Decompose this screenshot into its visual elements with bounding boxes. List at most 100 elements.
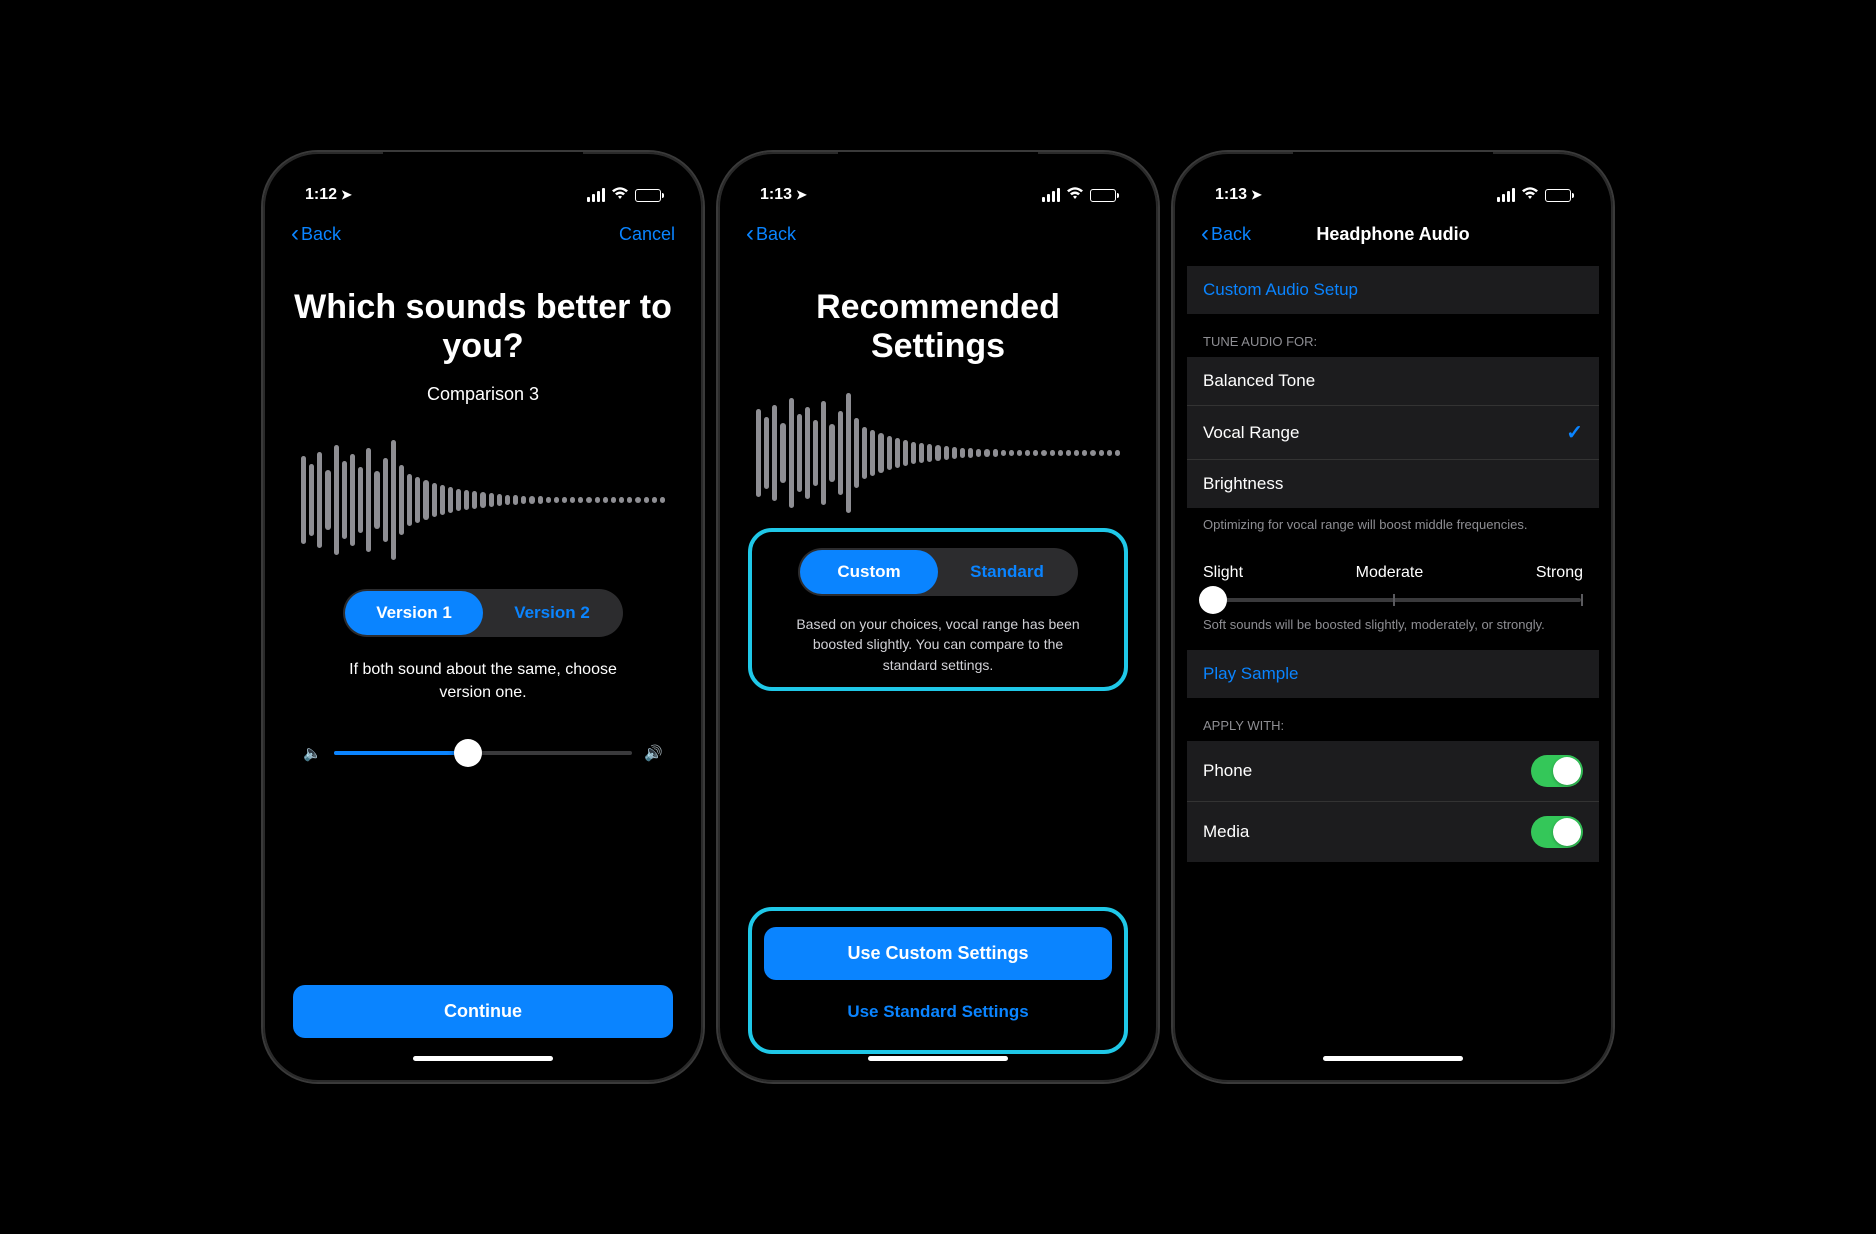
slider-tick — [1581, 594, 1583, 606]
cell-label: Play Sample — [1203, 664, 1298, 684]
page-title: Recommended Settings — [748, 288, 1128, 366]
content: Custom Audio Setup TUNE AUDIO FOR: Balan… — [1187, 258, 1599, 1068]
back-label: Back — [1211, 224, 1251, 245]
apply-phone-row: Phone — [1187, 741, 1599, 802]
cellular-icon — [587, 188, 605, 202]
volume-slider-row: 🔈 🔊 — [293, 744, 673, 762]
battery-icon — [1545, 189, 1571, 202]
nav-bar: ‹ Back Cancel — [277, 210, 689, 258]
comparison-label: Comparison 3 — [293, 384, 673, 405]
media-toggle[interactable] — [1531, 816, 1583, 848]
location-icon: ➤ — [796, 187, 807, 203]
recommendation-description: Based on your choices, vocal range has b… — [764, 614, 1112, 675]
time-label: 1:12 — [305, 186, 337, 204]
cancel-button[interactable]: Cancel — [619, 224, 675, 245]
phone-3: 1:13 ➤ ‹ Back Headphone Audio Custom Aud… — [1173, 152, 1613, 1082]
apply-media-row: Media — [1187, 802, 1599, 862]
page-title: Which sounds better to you? — [293, 288, 673, 366]
volume-high-icon: 🔊 — [644, 744, 663, 762]
time-label: 1:13 — [1215, 186, 1247, 204]
wifi-icon — [611, 186, 629, 204]
phone-2: 1:13 ➤ ‹ Back Recommended Settings Custo… — [718, 152, 1158, 1082]
slider-thumb[interactable] — [1199, 586, 1227, 614]
tune-audio-group: Balanced Tone Vocal Range ✓ Brightness — [1187, 357, 1599, 508]
notch — [1293, 152, 1493, 182]
wifi-icon — [1521, 186, 1539, 204]
strength-labels: Slight Moderate Strong — [1187, 550, 1599, 592]
segment-custom[interactable]: Custom — [800, 550, 938, 594]
phone-1: 1:12 ➤ ‹ Back Cancel Which sounds better… — [263, 152, 703, 1082]
play-sample-row[interactable]: Play Sample — [1187, 650, 1599, 698]
cellular-icon — [1042, 188, 1060, 202]
balanced-tone-row[interactable]: Balanced Tone — [1187, 357, 1599, 406]
apply-with-header: APPLY WITH: — [1187, 698, 1599, 741]
location-icon: ➤ — [1251, 187, 1262, 203]
slider-fill — [334, 751, 468, 755]
cell-label: Media — [1203, 822, 1249, 842]
brightness-row[interactable]: Brightness — [1187, 460, 1599, 508]
slider-thumb[interactable] — [454, 739, 482, 767]
back-button[interactable]: ‹ Back — [746, 222, 796, 246]
custom-standard-segmented-control[interactable]: Custom Standard — [798, 548, 1078, 596]
phone-toggle[interactable] — [1531, 755, 1583, 787]
version-segmented-control[interactable]: Version 1 Version 2 — [343, 589, 623, 637]
status-indicators — [587, 186, 661, 204]
notch — [838, 152, 1038, 182]
home-indicator[interactable] — [1323, 1056, 1463, 1061]
slider-tick — [1393, 594, 1395, 606]
screen: 1:13 ➤ ‹ Back Recommended Settings Custo… — [732, 166, 1144, 1068]
chevron-left-icon: ‹ — [1201, 222, 1209, 246]
waveform — [748, 388, 1128, 518]
status-time: 1:12 ➤ — [305, 186, 352, 204]
notch — [383, 152, 583, 182]
slight-label: Slight — [1203, 564, 1243, 582]
action-buttons-highlight: Use Custom Settings Use Standard Setting… — [748, 907, 1128, 1054]
screen: 1:13 ➤ ‹ Back Headphone Audio Custom Aud… — [1187, 166, 1599, 1068]
tune-audio-header: TUNE AUDIO FOR: — [1187, 314, 1599, 357]
apply-with-group: Phone Media — [1187, 741, 1599, 862]
vocal-range-row[interactable]: Vocal Range ✓ — [1187, 406, 1599, 460]
wifi-icon — [1066, 186, 1084, 204]
check-icon: ✓ — [1566, 420, 1583, 445]
use-custom-settings-button[interactable]: Use Custom Settings — [764, 927, 1112, 980]
use-standard-settings-button[interactable]: Use Standard Settings — [764, 986, 1112, 1038]
chevron-left-icon: ‹ — [291, 222, 299, 246]
volume-slider[interactable] — [334, 751, 633, 755]
strength-slider[interactable] — [1205, 598, 1581, 602]
content: Recommended Settings Custom Standard Bas… — [732, 258, 1144, 1068]
segment-version-1[interactable]: Version 1 — [345, 591, 483, 635]
custom-audio-setup-row[interactable]: Custom Audio Setup — [1187, 266, 1599, 314]
segment-standard[interactable]: Standard — [938, 550, 1076, 594]
cell-label: Vocal Range — [1203, 423, 1299, 443]
tune-footer: Optimizing for vocal range will boost mi… — [1187, 508, 1599, 550]
cell-label: Balanced Tone — [1203, 371, 1315, 391]
custom-audio-setup-group: Custom Audio Setup — [1187, 266, 1599, 314]
strong-label: Strong — [1536, 564, 1583, 582]
screen: 1:12 ➤ ‹ Back Cancel Which sounds better… — [277, 166, 689, 1068]
back-label: Back — [756, 224, 796, 245]
cell-label: Custom Audio Setup — [1203, 280, 1358, 300]
home-indicator[interactable] — [868, 1056, 1008, 1061]
cell-label: Phone — [1203, 761, 1252, 781]
volume-low-icon: 🔈 — [303, 744, 322, 762]
segment-version-2[interactable]: Version 2 — [483, 591, 621, 635]
custom-vs-standard-highlight: Custom Standard Based on your choices, v… — [748, 528, 1128, 691]
play-sample-group: Play Sample — [1187, 650, 1599, 698]
nav-bar: ‹ Back — [732, 210, 1144, 258]
back-label: Back — [301, 224, 341, 245]
location-icon: ➤ — [341, 187, 352, 203]
hint-text: If both sound about the same, choose ver… — [293, 659, 673, 704]
continue-button[interactable]: Continue — [293, 985, 673, 1038]
home-indicator[interactable] — [413, 1056, 553, 1061]
back-button[interactable]: ‹ Back — [1201, 222, 1251, 246]
back-button[interactable]: ‹ Back — [291, 222, 341, 246]
battery-icon — [1090, 189, 1116, 202]
battery-icon — [635, 189, 661, 202]
content: Which sounds better to you? Comparison 3… — [277, 258, 689, 1068]
cellular-icon — [1497, 188, 1515, 202]
nav-bar: ‹ Back Headphone Audio — [1187, 210, 1599, 258]
waveform — [293, 435, 673, 565]
time-label: 1:13 — [760, 186, 792, 204]
cell-label: Brightness — [1203, 474, 1283, 494]
strength-footer: Soft sounds will be boosted slightly, mo… — [1187, 608, 1599, 650]
